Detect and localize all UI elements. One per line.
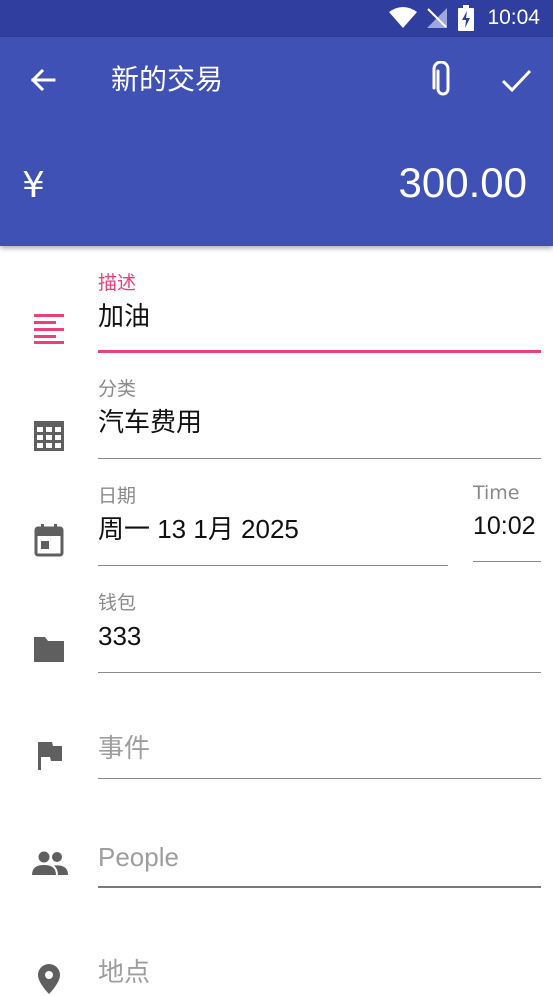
people-field[interactable]: People [98, 840, 541, 888]
wifi-icon [389, 7, 417, 28]
attach-icon[interactable] [426, 61, 460, 99]
category-value[interactable]: 汽车费用 [98, 405, 541, 439]
date-label: 日期 [98, 485, 137, 507]
app-bar: 新的交易 ¥ 300.00 [0, 37, 553, 246]
category-label: 分类 [98, 378, 137, 400]
wallet-label: 钱包 [98, 592, 137, 614]
category-field[interactable]: 分类 汽车费用 [98, 377, 541, 460]
check-icon[interactable] [498, 63, 534, 97]
wallet-field[interactable]: 钱包 333 [98, 591, 541, 673]
people-underline [98, 886, 541, 888]
description-underline [98, 350, 541, 353]
location-field[interactable]: 地点 [98, 955, 541, 995]
calendar-icon [34, 524, 64, 557]
time-field[interactable]: Time 10:02 [473, 481, 541, 563]
status-bar: 10:04 [0, 0, 553, 37]
location-pin-icon [38, 964, 60, 994]
location-input[interactable]: 地点 [98, 955, 541, 989]
date-field[interactable]: 日期 周一 13 1月 2025 [98, 484, 448, 567]
flag-icon [38, 742, 62, 770]
wallet-underline [98, 672, 541, 673]
no-signal-icon [427, 8, 447, 28]
description-input[interactable]: 加油 [98, 299, 541, 333]
folder-icon [34, 637, 64, 662]
status-time: 10:04 [487, 6, 540, 29]
currency-symbol[interactable]: ¥ [22, 165, 45, 206]
event-field[interactable]: 事件 [98, 731, 541, 779]
battery-charging-icon [458, 5, 474, 31]
page-title: 新的交易 [111, 63, 224, 96]
wallet-value[interactable]: 333 [98, 619, 541, 653]
description-icon [34, 314, 64, 344]
back-arrow-icon[interactable] [26, 63, 60, 97]
description-field[interactable]: 描述 加油 [98, 271, 541, 353]
event-underline [98, 778, 541, 779]
event-input[interactable]: 事件 [98, 731, 541, 765]
date-underline [98, 565, 448, 566]
description-label: 描述 [98, 272, 137, 294]
time-value[interactable]: 10:02 [473, 509, 541, 543]
category-underline [98, 458, 541, 459]
people-input[interactable]: People [98, 840, 541, 874]
date-value[interactable]: 周一 13 1月 2025 [98, 512, 448, 546]
people-icon [32, 851, 68, 875]
time-label: Time [473, 482, 520, 504]
time-underline [473, 561, 541, 562]
amount-value[interactable]: 300.00 [399, 159, 527, 207]
category-grid-icon [34, 421, 64, 451]
